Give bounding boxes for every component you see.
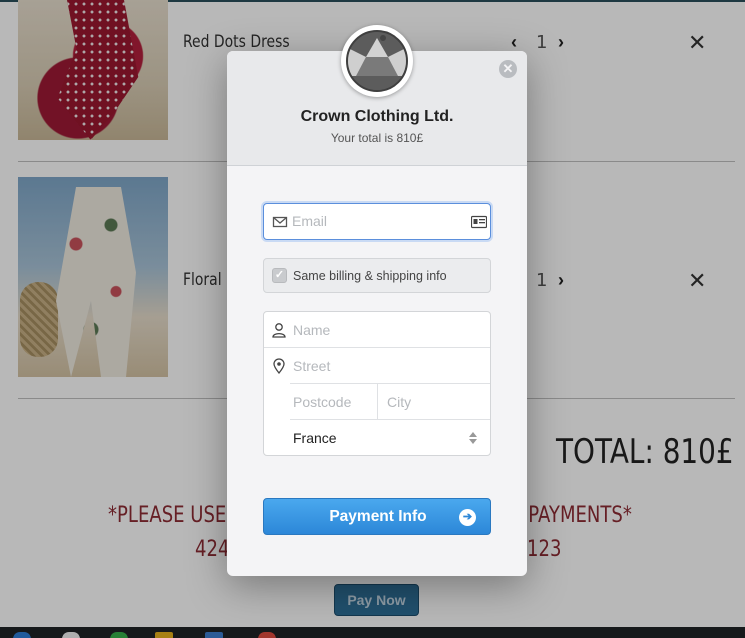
arrow-right-icon: ➔: [459, 509, 476, 526]
check-icon[interactable]: ✓: [272, 268, 287, 283]
id-card-icon: [471, 215, 487, 229]
checkout-modal: ✕ Crown Clothing Ltd. Your total is 810£…: [227, 25, 527, 576]
person-icon: [272, 323, 286, 338]
street-field[interactable]: Street: [293, 358, 330, 374]
envelope-icon: [272, 216, 288, 228]
payment-info-button[interactable]: Payment Info ➔: [263, 498, 491, 535]
postcode-field[interactable]: Postcode: [293, 394, 351, 410]
city-field[interactable]: City: [387, 394, 411, 410]
select-arrows-icon: [469, 432, 477, 444]
email-placeholder: Email: [292, 213, 328, 229]
modal-total: Your total is 810£: [330, 131, 424, 145]
modal-header: ✕ Crown Clothing Ltd. Your total is 810£: [227, 25, 527, 166]
address-fields: Name Street Postcode City France: [263, 311, 491, 456]
name-field[interactable]: Name: [293, 322, 330, 338]
store-name: Crown Clothing Ltd.: [300, 108, 454, 125]
same-billing-toggle[interactable]: ✓ Same billing & shipping info: [263, 258, 491, 293]
same-billing-label: Same billing & shipping info: [293, 269, 447, 283]
country-select[interactable]: France: [293, 430, 337, 446]
payment-info-label: Payment Info: [329, 508, 427, 525]
crown-logo-icon: [346, 30, 408, 92]
email-field[interactable]: Email: [263, 203, 491, 240]
map-pin-icon: [273, 358, 285, 374]
store-logo: [341, 25, 413, 97]
close-icon[interactable]: ✕: [499, 60, 517, 78]
